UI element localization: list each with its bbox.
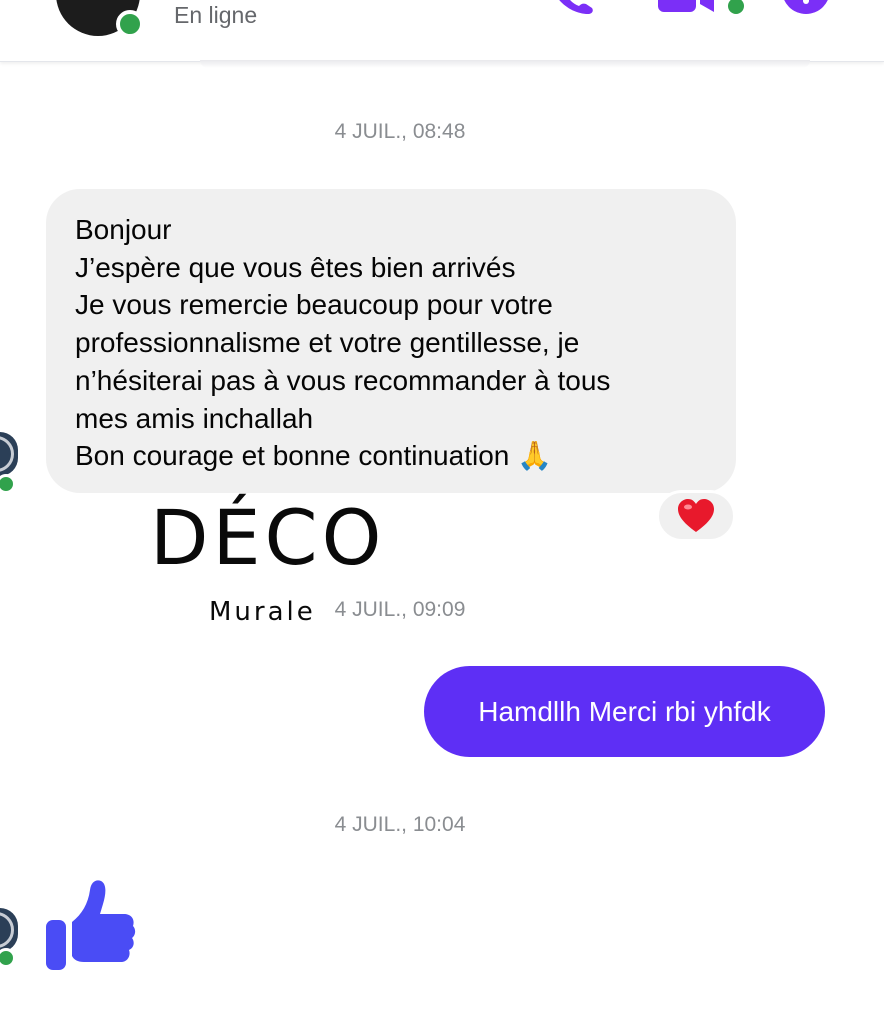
- video-call-icon[interactable]: [652, 0, 748, 18]
- message-line: Bonjour: [75, 214, 172, 245]
- message-line: n’hésiterai pas à vous recommander à tou…: [75, 364, 611, 396]
- online-indicator: [0, 948, 16, 968]
- online-indicator: [0, 474, 16, 494]
- message-line: mes amis inchallah: [75, 402, 314, 434]
- sender-avatar[interactable]: [0, 432, 18, 476]
- phone-icon[interactable]: [548, 0, 598, 18]
- message-line: Bon courage et bonne continuation 🙏: [75, 440, 552, 472]
- info-icon[interactable]: [780, 0, 832, 18]
- message-line: professionnalisme et votre gentillesse, …: [75, 327, 580, 359]
- conversation-header: En ligne: [0, 0, 884, 62]
- watermark-title: DÉCO: [150, 493, 386, 582]
- header-shadow: [200, 60, 810, 68]
- online-indicator: [116, 10, 144, 38]
- message-timestamp: 4 JUIL., 10:04: [334, 813, 466, 836]
- outgoing-message-bubble[interactable]: Hamdllh Merci rbi yhfdk: [424, 666, 825, 757]
- sender-avatar[interactable]: [0, 908, 18, 952]
- incoming-message-bubble[interactable]: Bonjour J’espère que vous êtes bien arri…: [46, 189, 736, 493]
- thumbs-up-icon[interactable]: [44, 876, 136, 972]
- contact-status: En ligne: [174, 2, 258, 28]
- message-line: J’espère que vous êtes bien arrivés: [75, 251, 516, 283]
- message-line: Je vous remercie beaucoup pour votre: [75, 289, 553, 321]
- heart-icon: [678, 499, 714, 532]
- message-timestamp: 4 JUIL., 08:48: [334, 120, 466, 143]
- message-timestamp: 4 JUIL., 09:09: [334, 598, 466, 621]
- heart-reaction[interactable]: [656, 490, 736, 542]
